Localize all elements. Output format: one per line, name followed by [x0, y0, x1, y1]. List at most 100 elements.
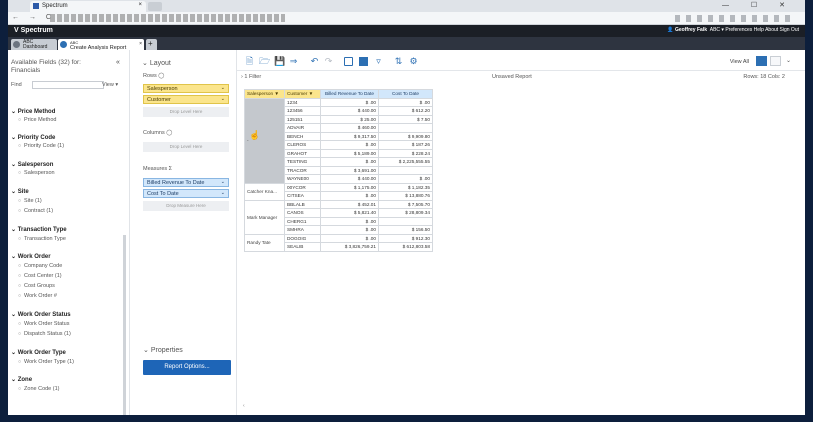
- tab-create-analysis-report[interactable]: ABC Create Analysis Report ×: [58, 39, 144, 51]
- customer-cell[interactable]: 125151: [284, 114, 321, 124]
- report-options-button[interactable]: Report Options...: [143, 360, 231, 375]
- column-header-cost-to-date[interactable]: Cost To Date: [378, 89, 433, 99]
- field-item[interactable]: Zone Code (1): [18, 386, 59, 392]
- cost-to-date-cell[interactable]: $ 1,182.35: [378, 182, 433, 192]
- field-item[interactable]: Work Order Type (1): [18, 359, 74, 365]
- billed-revenue-cell[interactable]: $ .00: [320, 140, 379, 150]
- customer-cell[interactable]: CITSEA: [284, 191, 321, 201]
- cost-to-date-cell[interactable]: $ 13,880.76: [378, 191, 433, 201]
- field-group-zone[interactable]: ⌄ Zone: [11, 376, 32, 383]
- new-tab-button[interactable]: [148, 2, 162, 11]
- customer-cell[interactable]: GRAHOT: [284, 148, 321, 158]
- field-group-price-method[interactable]: ⌄ Price Method: [11, 108, 55, 115]
- layout-toggle-icon[interactable]: [344, 57, 353, 66]
- customer-cell[interactable]: 123456: [284, 106, 321, 116]
- redo-icon[interactable]: ↷: [324, 57, 333, 66]
- field-item[interactable]: Dispatch Status (1): [18, 331, 71, 337]
- chart-view-button[interactable]: [770, 56, 781, 66]
- customer-cell[interactable]: CLEROS: [284, 140, 321, 150]
- cost-to-date-cell[interactable]: $ 912.30: [378, 233, 433, 243]
- columns-drop-zone[interactable]: Drop Level Here: [143, 142, 229, 152]
- customer-cell[interactable]: 1234: [284, 97, 321, 107]
- chevron-down-icon[interactable]: ⌄: [221, 96, 225, 102]
- cost-to-date-cell[interactable]: $ 7,505.70: [378, 199, 433, 209]
- salesperson-cell[interactable]: Mark Manager: [244, 199, 285, 235]
- billed-revenue-cell[interactable]: $ 1,175.00: [320, 182, 379, 192]
- collapse-panel-icon[interactable]: «: [116, 59, 120, 66]
- column-header-salesperson[interactable]: Salesperson ▼: [244, 89, 285, 99]
- cost-to-date-cell[interactable]: $ 156.50: [378, 225, 433, 235]
- customer-cell[interactable]: CHERG1: [284, 216, 321, 226]
- view-all-label[interactable]: View All: [730, 59, 749, 65]
- cost-to-date-cell[interactable]: $ 9,909.80: [378, 131, 433, 141]
- close-tab-icon[interactable]: ×: [138, 2, 142, 8]
- cost-to-date-cell[interactable]: [378, 216, 433, 226]
- cost-to-date-cell[interactable]: $ 612,803.58: [378, 242, 433, 252]
- user-menu[interactable]: 👤 Geoffrey Falk ABC ▾ Preferences Help A…: [667, 27, 799, 33]
- settings-gear-icon[interactable]: ⚙: [409, 57, 418, 66]
- cost-to-date-cell[interactable]: [378, 165, 433, 175]
- customer-cell[interactable]: CANOS: [284, 208, 321, 218]
- cost-to-date-cell[interactable]: $ 7.50: [378, 114, 433, 124]
- table-view-button[interactable]: [756, 56, 767, 66]
- customer-cell[interactable]: TESTING: [284, 157, 321, 167]
- field-item[interactable]: Price Method: [18, 117, 56, 123]
- horizontal-scroll-indicator[interactable]: ‹: [243, 403, 245, 409]
- customer-cell[interactable]: ADVAIR: [284, 123, 321, 133]
- cost-to-date-cell[interactable]: $ 187.26: [378, 140, 433, 150]
- billed-revenue-cell[interactable]: $ 5,821.40: [320, 208, 379, 218]
- billed-revenue-cell[interactable]: $ .00: [320, 157, 379, 167]
- view-dropdown[interactable]: View ▾: [102, 82, 118, 88]
- field-item[interactable]: Priority Code (1): [18, 143, 64, 149]
- fields-scrollbar[interactable]: [123, 235, 126, 415]
- field-group-site[interactable]: ⌄ Site: [11, 188, 29, 195]
- measure-chip-billed-revenue[interactable]: Billed Revenue To Date ⌄: [143, 178, 229, 187]
- column-header-customer[interactable]: Customer ▼: [284, 89, 321, 99]
- billed-revenue-cell[interactable]: $ 440.00: [320, 174, 379, 184]
- field-group-work-order-status[interactable]: ⌄ Work Order Status: [11, 311, 71, 318]
- cost-to-date-cell[interactable]: $ 612.20: [378, 106, 433, 116]
- customer-cell[interactable]: BBLALB: [284, 199, 321, 209]
- measures-drop-zone[interactable]: Drop Measure Here: [143, 201, 229, 211]
- find-input[interactable]: [32, 81, 104, 89]
- field-item[interactable]: Work Order #: [18, 293, 57, 299]
- cost-to-date-cell[interactable]: $ 228.24: [378, 148, 433, 158]
- tab-dashboard[interactable]: ABC Dashboard: [11, 39, 57, 50]
- customer-cell[interactable]: SEALIB: [284, 242, 321, 252]
- customer-cell[interactable]: TRACOR: [284, 165, 321, 175]
- field-group-transaction-type[interactable]: ⌄ Transaction Type: [11, 226, 67, 233]
- customer-cell[interactable]: 00YCOR: [284, 182, 321, 192]
- billed-revenue-cell[interactable]: $ 3,826,759.21: [320, 242, 379, 252]
- billed-revenue-cell[interactable]: $ 25.00: [320, 114, 379, 124]
- export-icon[interactable]: ⇒: [289, 57, 298, 66]
- billed-revenue-cell[interactable]: $ .00: [320, 191, 379, 201]
- billed-revenue-cell[interactable]: $ 5,189.00: [320, 148, 379, 158]
- cost-to-date-cell[interactable]: $ .00: [378, 97, 433, 107]
- billed-revenue-cell[interactable]: $ 3,691.00: [320, 165, 379, 175]
- nav-buttons[interactable]: ← → C: [12, 14, 55, 21]
- new-report-icon[interactable]: 🗎: [245, 57, 254, 66]
- salesperson-cell[interactable]: Catcher Kna...: [244, 182, 285, 201]
- add-tab-button[interactable]: +: [146, 39, 157, 50]
- cost-to-date-cell[interactable]: $ 2,225,555.55: [378, 157, 433, 167]
- chevron-down-icon[interactable]: ⌄: [221, 190, 225, 196]
- chevron-down-icon[interactable]: ⌄: [221, 179, 225, 185]
- field-item[interactable]: Work Order Status: [18, 321, 69, 327]
- customer-cell[interactable]: WAYNE00: [284, 174, 321, 184]
- field-item[interactable]: Cost Center (1): [18, 273, 62, 279]
- row-chip-customer[interactable]: Customer ⌄: [143, 95, 229, 104]
- cost-to-date-cell[interactable]: $ .00: [378, 174, 433, 184]
- column-header-billed-revenue[interactable]: Billed Revenue To Date: [320, 89, 379, 99]
- billed-revenue-cell[interactable]: $ 9,317.50: [320, 131, 379, 141]
- close-tab-icon[interactable]: ×: [139, 42, 142, 47]
- extension-icons[interactable]: [675, 15, 795, 22]
- field-item[interactable]: Transaction Type: [18, 236, 66, 242]
- field-group-work-order[interactable]: ⌄ Work Order: [11, 253, 51, 260]
- field-group-priority-code[interactable]: ⌄ Priority Code: [11, 134, 55, 141]
- save-icon[interactable]: 💾: [274, 57, 285, 66]
- field-item[interactable]: Salesperson: [18, 170, 55, 176]
- row-chip-salesperson[interactable]: Salesperson ⌄: [143, 84, 229, 93]
- field-group-salesperson[interactable]: ⌄ Salesperson: [11, 161, 53, 168]
- billed-revenue-cell[interactable]: $ .00: [320, 97, 379, 107]
- cost-to-date-cell[interactable]: [378, 123, 433, 133]
